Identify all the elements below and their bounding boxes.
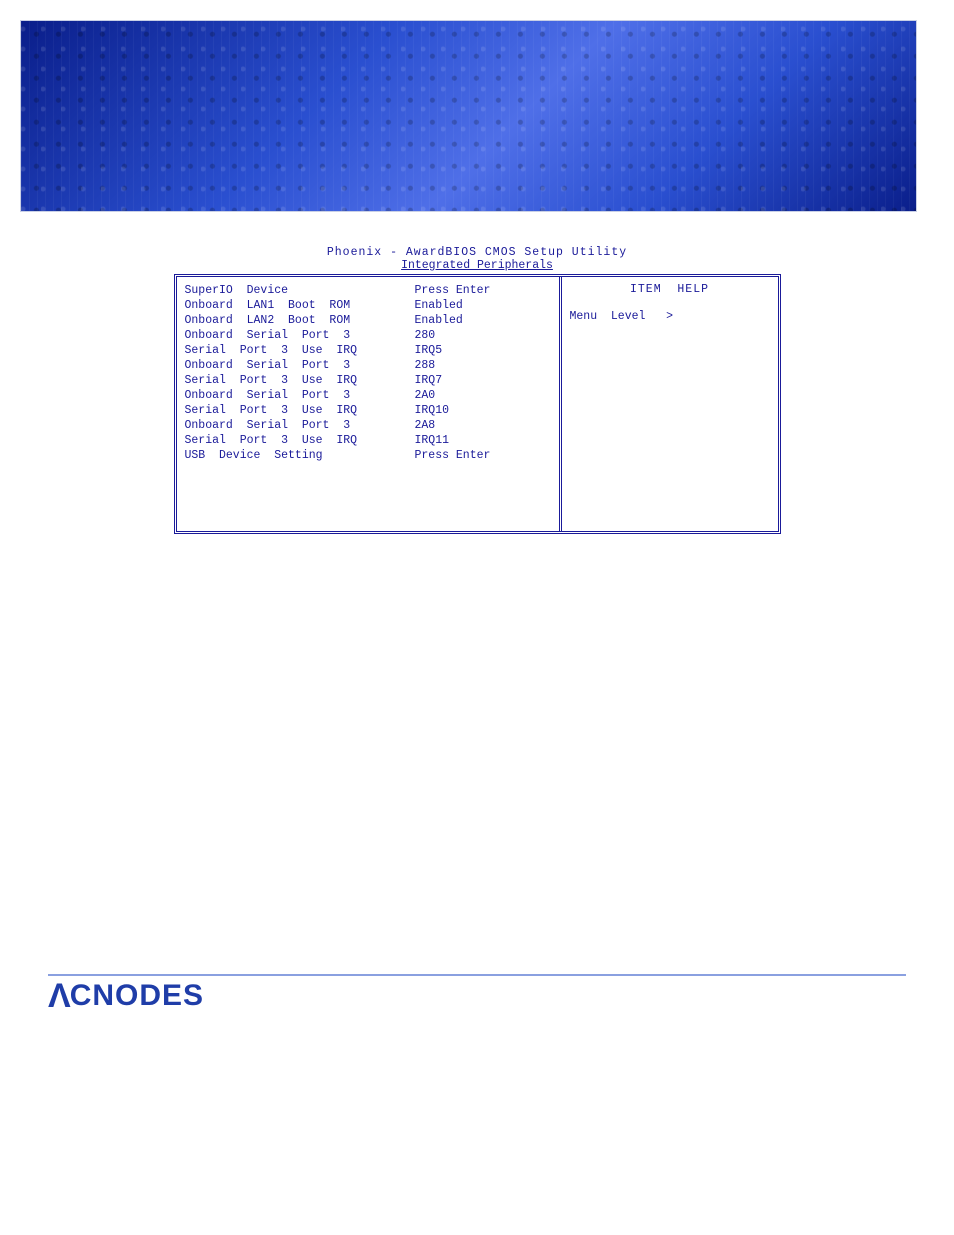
bios-setting-row[interactable]: USB Device SettingPress Enter: [185, 448, 551, 463]
bios-setting-row[interactable]: Onboard Serial Port 3280: [185, 328, 551, 343]
bios-utility-title: Phoenix - AwardBIOS CMOS Setup Utility: [174, 246, 781, 259]
bios-setting-row[interactable]: Serial Port 3 Use IRQIRQ10: [185, 403, 551, 418]
bios-setting-value: Enabled: [415, 313, 551, 328]
bios-setting-value: IRQ11: [415, 433, 551, 448]
bios-setting-row[interactable]: Serial Port 3 Use IRQIRQ7: [185, 373, 551, 388]
bios-setting-value: 280: [415, 328, 551, 343]
bios-setting-label: SuperIO Device: [185, 283, 415, 298]
bios-setting-label: Serial Port 3 Use IRQ: [185, 343, 415, 358]
bios-setting-label: USB Device Setting: [185, 448, 415, 463]
bios-setting-value: 288: [415, 358, 551, 373]
banner-image: [20, 20, 917, 212]
bios-setting-row[interactable]: SuperIO DevicePress Enter: [185, 283, 551, 298]
bios-setting-row[interactable]: Serial Port 3 Use IRQIRQ11: [185, 433, 551, 448]
bios-setting-row[interactable]: Onboard Serial Port 32A0: [185, 388, 551, 403]
logo-glyph-icon: Λ: [48, 977, 72, 1016]
bios-help-header: ITEM HELP: [570, 283, 770, 296]
logo-wordmark: CNODES: [70, 979, 204, 1013]
bios-setting-row[interactable]: Onboard LAN1 Boot ROMEnabled: [185, 298, 551, 313]
bios-setting-value: Enabled: [415, 298, 551, 313]
bios-setting-value: 2A8: [415, 418, 551, 433]
bios-help-panel: ITEM HELP Menu Level >: [562, 277, 778, 531]
bios-setting-label: Serial Port 3 Use IRQ: [185, 403, 415, 418]
bios-setting-value: IRQ7: [415, 373, 551, 388]
bios-setting-label: Onboard Serial Port 3: [185, 388, 415, 403]
bios-setting-label: Onboard Serial Port 3: [185, 358, 415, 373]
bios-box: SuperIO DevicePress EnterOnboard LAN1 Bo…: [174, 274, 781, 534]
bios-setting-label: Serial Port 3 Use IRQ: [185, 373, 415, 388]
bios-setting-label: Serial Port 3 Use IRQ: [185, 433, 415, 448]
bios-setting-value: Press Enter: [415, 448, 551, 463]
bios-setting-row[interactable]: Serial Port 3 Use IRQIRQ5: [185, 343, 551, 358]
bios-setting-label: Onboard Serial Port 3: [185, 418, 415, 433]
bios-setting-label: Onboard LAN2 Boot ROM: [185, 313, 415, 328]
bios-setting-label: Onboard LAN1 Boot ROM: [185, 298, 415, 313]
bios-screenshot: Phoenix - AwardBIOS CMOS Setup Utility I…: [0, 246, 954, 534]
bios-setting-value: 2A0: [415, 388, 551, 403]
bios-setting-value: IRQ5: [415, 343, 551, 358]
bios-setting-row[interactable]: Onboard Serial Port 32A8: [185, 418, 551, 433]
bios-setting-value: Press Enter: [415, 283, 551, 298]
page-footer: ΛCNODES: [0, 976, 954, 1014]
header-area: [0, 0, 954, 230]
bios-setting-value: IRQ10: [415, 403, 551, 418]
banner-texture: [21, 21, 916, 211]
page-whitespace: [0, 534, 954, 974]
bios-menu-level: Menu Level >: [570, 310, 770, 323]
bios-setting-label: Onboard Serial Port 3: [185, 328, 415, 343]
bios-setting-row[interactable]: Onboard Serial Port 3288: [185, 358, 551, 373]
bios-section-title: Integrated Peripherals: [174, 259, 781, 272]
bios-settings-panel: SuperIO DevicePress EnterOnboard LAN1 Bo…: [177, 277, 562, 531]
brand-logo: ΛCNODES: [48, 978, 204, 1014]
bios-setting-row[interactable]: Onboard LAN2 Boot ROMEnabled: [185, 313, 551, 328]
